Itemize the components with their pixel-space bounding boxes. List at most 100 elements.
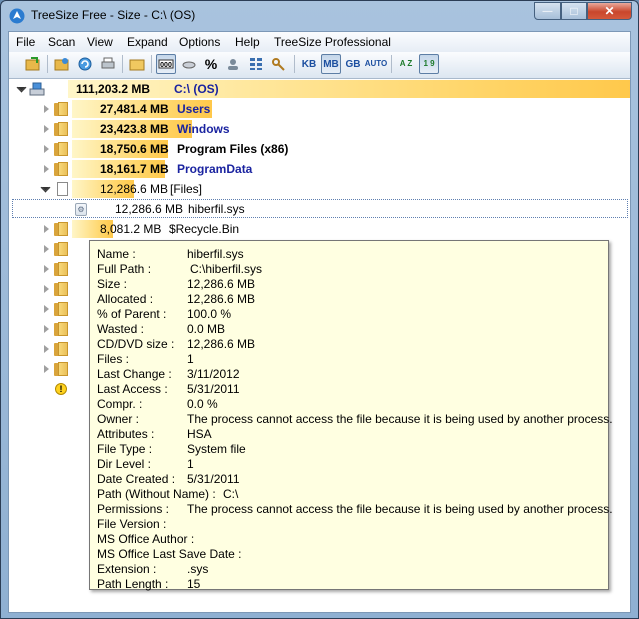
scan-folder-icon	[54, 58, 69, 71]
tree-row-programdata[interactable]: 18,161.7 MB ProgramData	[9, 159, 630, 179]
expand-arrow-icon[interactable]	[44, 345, 49, 353]
folder-icon	[54, 362, 68, 376]
tree-row-recycle-bin[interactable]: 8,081.2 MB $Recycle.Bin	[9, 219, 630, 239]
expand-arrow-icon[interactable]	[44, 225, 49, 233]
expand-arrow-icon[interactable]	[44, 145, 49, 153]
tooltip-label: File Version :	[97, 517, 167, 531]
sort-by-size-button[interactable]: 1 9	[419, 54, 439, 74]
menu-help[interactable]: Help	[235, 35, 260, 49]
folder-name: Windows	[177, 122, 230, 136]
tooltip-value: 3/11/2012	[187, 367, 240, 381]
unit-gb-button[interactable]: GB	[343, 54, 363, 74]
owner-view-button[interactable]	[269, 54, 289, 74]
tooltip-value: The process cannot access the file becau…	[187, 412, 613, 426]
menu-treesize-professional[interactable]: TreeSize Professional	[274, 35, 391, 49]
tooltip-value: hiberfil.sys	[187, 247, 244, 261]
unit-mb-button[interactable]: MB	[321, 54, 341, 74]
tooltip-value: C:\	[223, 487, 239, 501]
title-bar[interactable]: TreeSize Free - Size - C:\ (OS) — □ ✕	[1, 1, 638, 31]
expand-arrow-icon[interactable]	[44, 365, 49, 373]
svg-text:000: 000	[160, 62, 172, 69]
tree-row-files[interactable]: 12,286.6 MB [Files]	[9, 179, 630, 199]
tree-row-program-files-x86[interactable]: 18,750.6 MB Program Files (x86)	[9, 139, 630, 159]
tree-row-hiberfil-selected[interactable]: ⚙ 12,286.6 MB hiberfil.sys	[12, 199, 628, 218]
unit-kb-button[interactable]: KB	[299, 54, 319, 74]
tree-root-row[interactable]: 111,203.2 MB C:\ (OS)	[9, 79, 630, 99]
toolbar-separator	[151, 55, 152, 73]
expand-arrow-icon[interactable]	[44, 265, 49, 273]
details-view-button[interactable]	[246, 54, 266, 74]
folder-icon	[54, 222, 68, 236]
treesize-app-icon	[9, 8, 25, 24]
refresh-button[interactable]	[75, 54, 95, 74]
tooltip-label: Last Change :	[97, 367, 172, 381]
tooltip-label: Path (Without Name) :	[97, 487, 216, 501]
explorer-button[interactable]	[127, 54, 147, 74]
caption-buttons: — □ ✕	[534, 2, 632, 20]
folder-icon	[54, 322, 68, 336]
toolbar: 000 % KB MB GB AUTO A Z 1 9	[9, 52, 630, 79]
minimize-button[interactable]: —	[534, 2, 561, 20]
maximize-button[interactable]: □	[561, 2, 587, 20]
expand-arrow-icon[interactable]	[44, 305, 49, 313]
tooltip-value: 0.0 %	[187, 397, 218, 411]
allocated-view-button[interactable]	[179, 54, 199, 74]
file-name: hiberfil.sys	[188, 202, 245, 216]
menu-view[interactable]: View	[87, 35, 113, 49]
disk-icon	[182, 61, 196, 69]
menu-scan[interactable]: Scan	[48, 35, 75, 49]
folder-name: Users	[177, 102, 211, 116]
menu-expand[interactable]: Expand	[127, 35, 168, 49]
sort-by-name-button[interactable]: A Z	[396, 54, 416, 74]
toolbar-separator	[294, 55, 295, 73]
expand-arrow-icon[interactable]	[44, 105, 49, 113]
tooltip-value: 15	[187, 577, 201, 591]
close-icon: ✕	[604, 4, 615, 18]
expand-arrow-icon[interactable]	[44, 325, 49, 333]
expand-arrow-icon[interactable]	[44, 285, 49, 293]
tree-row-windows[interactable]: 23,423.8 MB Windows	[9, 119, 630, 139]
tooltip-value: .sys	[187, 562, 209, 576]
expand-arrow-icon[interactable]	[44, 165, 49, 173]
folder-icon	[54, 142, 68, 156]
tooltip-label: Files :	[97, 352, 130, 366]
expand-arrow-icon[interactable]	[44, 125, 49, 133]
tooltip-label: Owner :	[97, 412, 140, 426]
size-view-button[interactable]: 000	[156, 54, 176, 74]
toolbar-separator	[47, 55, 48, 73]
open-folder-icon	[25, 57, 40, 71]
folder-icon	[54, 122, 68, 136]
maximize-icon: □	[570, 4, 578, 18]
collapse-arrow-icon[interactable]	[16, 82, 27, 93]
tooltip-label: MS Office Last Save Date :	[97, 547, 242, 561]
open-folder-button[interactable]	[23, 54, 43, 74]
folder-icon	[54, 302, 68, 316]
close-button[interactable]: ✕	[587, 2, 632, 20]
print-button[interactable]	[98, 54, 118, 74]
tooltip-label: Allocated :	[97, 292, 154, 306]
file-count-button[interactable]	[223, 54, 243, 74]
tooltip-label: MS Office Author :	[97, 532, 195, 546]
key-icon	[272, 58, 285, 71]
menu-options[interactable]: Options	[179, 35, 220, 49]
menu-bar: File Scan View Expand Options Help TreeS…	[9, 32, 630, 53]
tree-row-users[interactable]: 27,481.4 MB Users	[9, 99, 630, 119]
unit-auto-button[interactable]: AUTO	[365, 54, 388, 74]
collapse-arrow-icon[interactable]	[40, 182, 51, 193]
tooltip-value: 1	[187, 457, 194, 471]
warning-icon: !	[55, 383, 67, 395]
menu-file[interactable]: File	[16, 35, 35, 49]
folder-icon	[54, 282, 68, 296]
files-icon	[57, 182, 68, 196]
tooltip-label: Name :	[97, 247, 136, 261]
minimize-icon: —	[542, 5, 553, 17]
scan-folder-button[interactable]	[52, 54, 72, 74]
file-info-tooltip: Name : hiberfil.sys Full Path : C:\hiberfil…	[89, 240, 613, 591]
printer-icon	[101, 57, 115, 69]
folder-icon	[54, 262, 68, 276]
expand-arrow-icon[interactable]	[44, 245, 49, 253]
percent-view-button[interactable]: %	[201, 54, 221, 74]
tooltip-label: Dir Level :	[97, 457, 152, 471]
tooltip-label: Path Length :	[97, 577, 169, 591]
toolbar-separator	[391, 55, 392, 73]
